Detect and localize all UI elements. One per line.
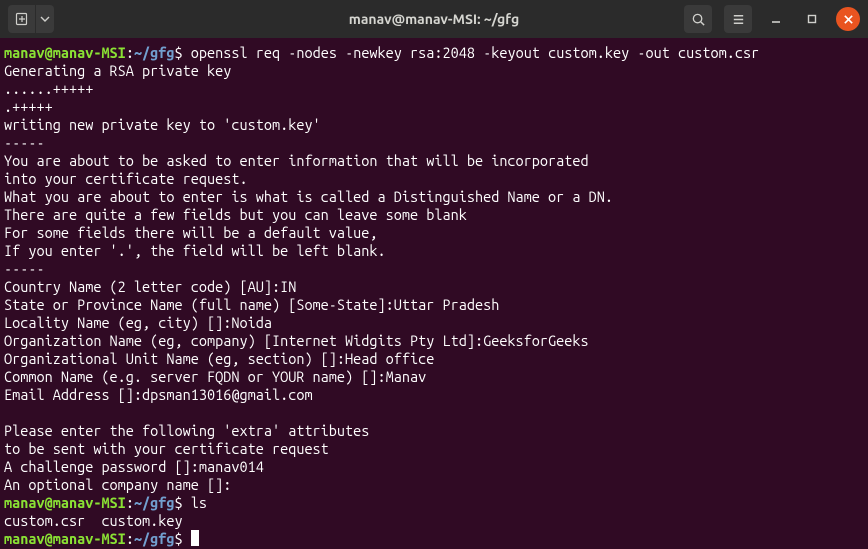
prompt-path: ~/gfg <box>134 530 175 547</box>
close-button[interactable] <box>836 7 860 31</box>
terminal-output-line: An optional company name []: <box>4 476 231 493</box>
new-tab-button[interactable] <box>8 5 36 33</box>
terminal-output-line: Country Name (2 letter code) [AU]:IN <box>4 278 296 295</box>
terminal-output-line: Common Name (e.g. server FQDN or YOUR na… <box>4 368 426 385</box>
terminal-output-line: For some fields there will be a default … <box>4 224 378 241</box>
prompt-symbol: $ <box>175 44 183 61</box>
tab-menu-button[interactable] <box>36 5 54 33</box>
terminal-output-line: A challenge password []:manav014 <box>4 458 264 475</box>
command-line: openssl req -nodes -newkey rsa:2048 -key… <box>191 44 759 61</box>
terminal-output-line: What you are about to enter is what is c… <box>4 188 613 205</box>
prompt-path: ~/gfg <box>134 494 175 511</box>
prompt-colon: : <box>126 494 134 511</box>
terminal-output-line: ......+++++ <box>4 80 93 97</box>
new-tab-icon <box>14 11 30 27</box>
terminal-output-line: to be sent with your certificate request <box>4 440 329 457</box>
hamburger-icon <box>731 12 746 27</box>
terminal-output-line: You are about to be asked to enter infor… <box>4 152 589 169</box>
prompt-colon: : <box>126 44 134 61</box>
titlebar-left-controls <box>8 5 54 33</box>
prompt-symbol: $ <box>175 530 183 547</box>
search-icon <box>691 12 706 27</box>
titlebar: manav@manav-MSI: ~/gfg <box>0 0 868 38</box>
search-button[interactable] <box>684 5 712 33</box>
close-icon <box>843 14 854 25</box>
terminal-output-line: Organizational Unit Name (eg, section) [… <box>4 350 434 367</box>
minimize-icon <box>770 13 782 25</box>
maximize-button[interactable] <box>800 7 824 31</box>
command-line: ls <box>191 494 207 511</box>
new-tab-group <box>8 5 54 33</box>
terminal-output-line: Organization Name (eg, company) [Interne… <box>4 332 589 349</box>
terminal-output-line: into your certificate request. <box>4 170 248 187</box>
terminal-output-line: writing new private key to 'custom.key' <box>4 116 321 133</box>
terminal-output-line: .+++++ <box>4 98 53 115</box>
minimize-button[interactable] <box>764 7 788 31</box>
prompt-user: manav@manav-MSI <box>4 44 126 61</box>
terminal-output-line: State or Province Name (full name) [Some… <box>4 296 499 313</box>
terminal-output-line: ----- <box>4 134 45 151</box>
terminal-output-line: custom.csr custom.key <box>4 512 183 529</box>
terminal-output-line: If you enter '.', the field will be left… <box>4 242 386 259</box>
terminal-output-line: ----- <box>4 260 45 277</box>
terminal-output-line: Generating a RSA private key <box>4 62 231 79</box>
terminal-output-line: There are quite a few fields but you can… <box>4 206 467 223</box>
hamburger-menu-button[interactable] <box>724 5 752 33</box>
prompt-path: ~/gfg <box>134 44 175 61</box>
terminal-output-line: Please enter the following 'extra' attri… <box>4 422 369 439</box>
prompt-user: manav@manav-MSI <box>4 494 126 511</box>
terminal-output-line: Email Address []:dpsman13016@gmail.com <box>4 386 313 403</box>
prompt-colon: : <box>126 530 134 547</box>
titlebar-right-controls <box>684 5 860 33</box>
maximize-icon <box>806 13 818 25</box>
prompt-user: manav@manav-MSI <box>4 530 126 547</box>
prompt-symbol: $ <box>175 494 183 511</box>
chevron-down-icon <box>40 14 50 24</box>
cursor <box>191 530 200 546</box>
terminal-output-line: Locality Name (eg, city) []:Noida <box>4 314 272 331</box>
terminal-body[interactable]: manav@manav-MSI:~/gfg$ openssl req -node… <box>0 38 868 549</box>
